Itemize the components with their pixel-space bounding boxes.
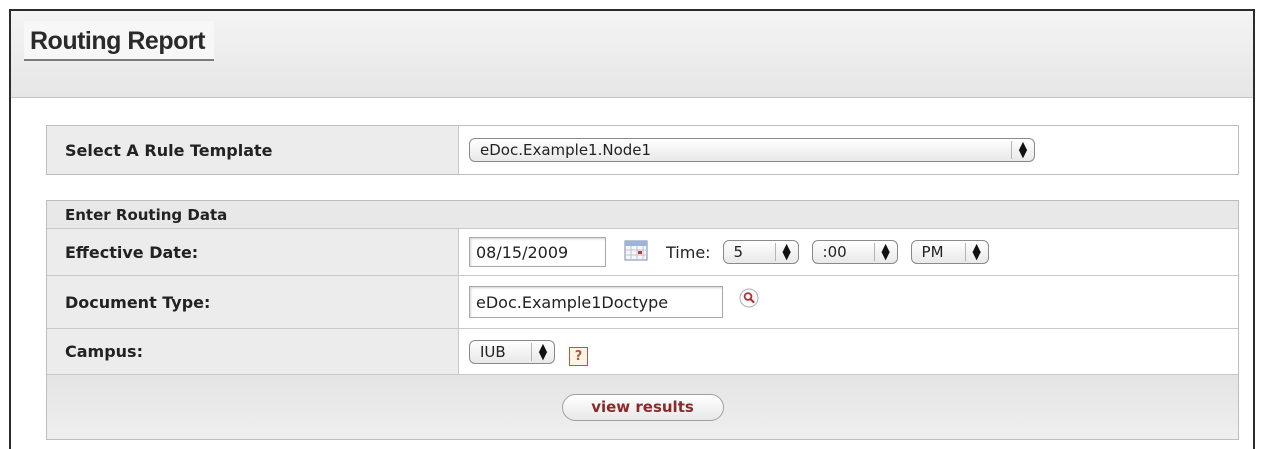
effective-date-label: Effective Date: <box>47 229 459 275</box>
effective-date-row: Effective Date: 08/15/2009 Time: 5 ▲ ▼:… <box>47 229 1238 276</box>
minute-selected: :00 <box>822 243 847 261</box>
minute-select[interactable]: :00 ▲ ▼ <box>811 240 898 264</box>
up-down-arrows-icon: ▲ ▼ <box>873 242 897 261</box>
help-icon[interactable]: ? <box>569 347 588 366</box>
effective-date-value: 08/15/2009 <box>476 242 569 262</box>
campus-select[interactable]: IUB ▲ ▼ <box>469 339 555 364</box>
rule-template-selected: eDoc.Example1.Node1 <box>480 141 652 159</box>
time-label: Time: <box>666 242 711 262</box>
page-frame: Routing Report Select A Rule Template eD… <box>9 9 1255 449</box>
page-header: Routing Report <box>11 11 1253 98</box>
routing-data-panel: Enter Routing Data Effective Date: 08/15… <box>46 200 1239 440</box>
button-bar: view results <box>47 375 1238 439</box>
document-type-row: Document Type: eDoc.Example1Doctype <box>47 276 1238 329</box>
effective-date-value-cell: 08/15/2009 Time: 5 ▲ ▼:00 ▲ ▼ PM ▲ ▼ <box>459 229 1238 275</box>
rule-template-label: Select A Rule Template <box>47 126 459 174</box>
campus-selected: IUB <box>480 342 506 361</box>
campus-label: Campus: <box>47 329 459 374</box>
document-type-label: Document Type: <box>47 276 459 328</box>
effective-date-input[interactable]: 08/15/2009 <box>469 237 606 267</box>
campus-row: Campus: IUB ▲ ▼ ? <box>47 329 1238 375</box>
magnifier-icon[interactable] <box>739 288 759 312</box>
campus-value-cell: IUB ▲ ▼ ? <box>459 329 1238 374</box>
ampm-select[interactable]: PM ▲ ▼ <box>910 240 989 264</box>
view-results-button[interactable]: view results <box>561 393 724 421</box>
document-type-input[interactable]: eDoc.Example1Doctype <box>469 286 723 318</box>
rule-template-value-cell: eDoc.Example1.Node1 ▲ ▼ <box>459 126 1238 174</box>
hour-select[interactable]: 5 ▲ ▼ <box>722 240 799 264</box>
up-down-arrows-icon: ▲ ▼ <box>964 242 988 261</box>
up-down-arrows-icon: ▲ ▼ <box>1011 140 1034 159</box>
rule-template-select[interactable]: eDoc.Example1.Node1 ▲ ▼ <box>469 138 1035 162</box>
calendar-icon[interactable] <box>624 239 648 265</box>
rule-template-panel: Select A Rule Template eDoc.Example1.Nod… <box>46 125 1239 175</box>
document-type-value: eDoc.Example1Doctype <box>476 292 669 312</box>
section-header: Enter Routing Data <box>47 201 1238 229</box>
ampm-selected: PM <box>921 243 944 261</box>
hour-selected: 5 <box>733 243 744 261</box>
up-down-arrows-icon: ▲ ▼ <box>774 242 798 261</box>
document-type-value-cell: eDoc.Example1Doctype <box>459 276 1238 328</box>
page-title: Routing Report <box>24 21 214 61</box>
up-down-arrows-icon: ▲ ▼ <box>531 342 554 361</box>
rule-template-row: Select A Rule Template eDoc.Example1.Nod… <box>47 126 1238 174</box>
